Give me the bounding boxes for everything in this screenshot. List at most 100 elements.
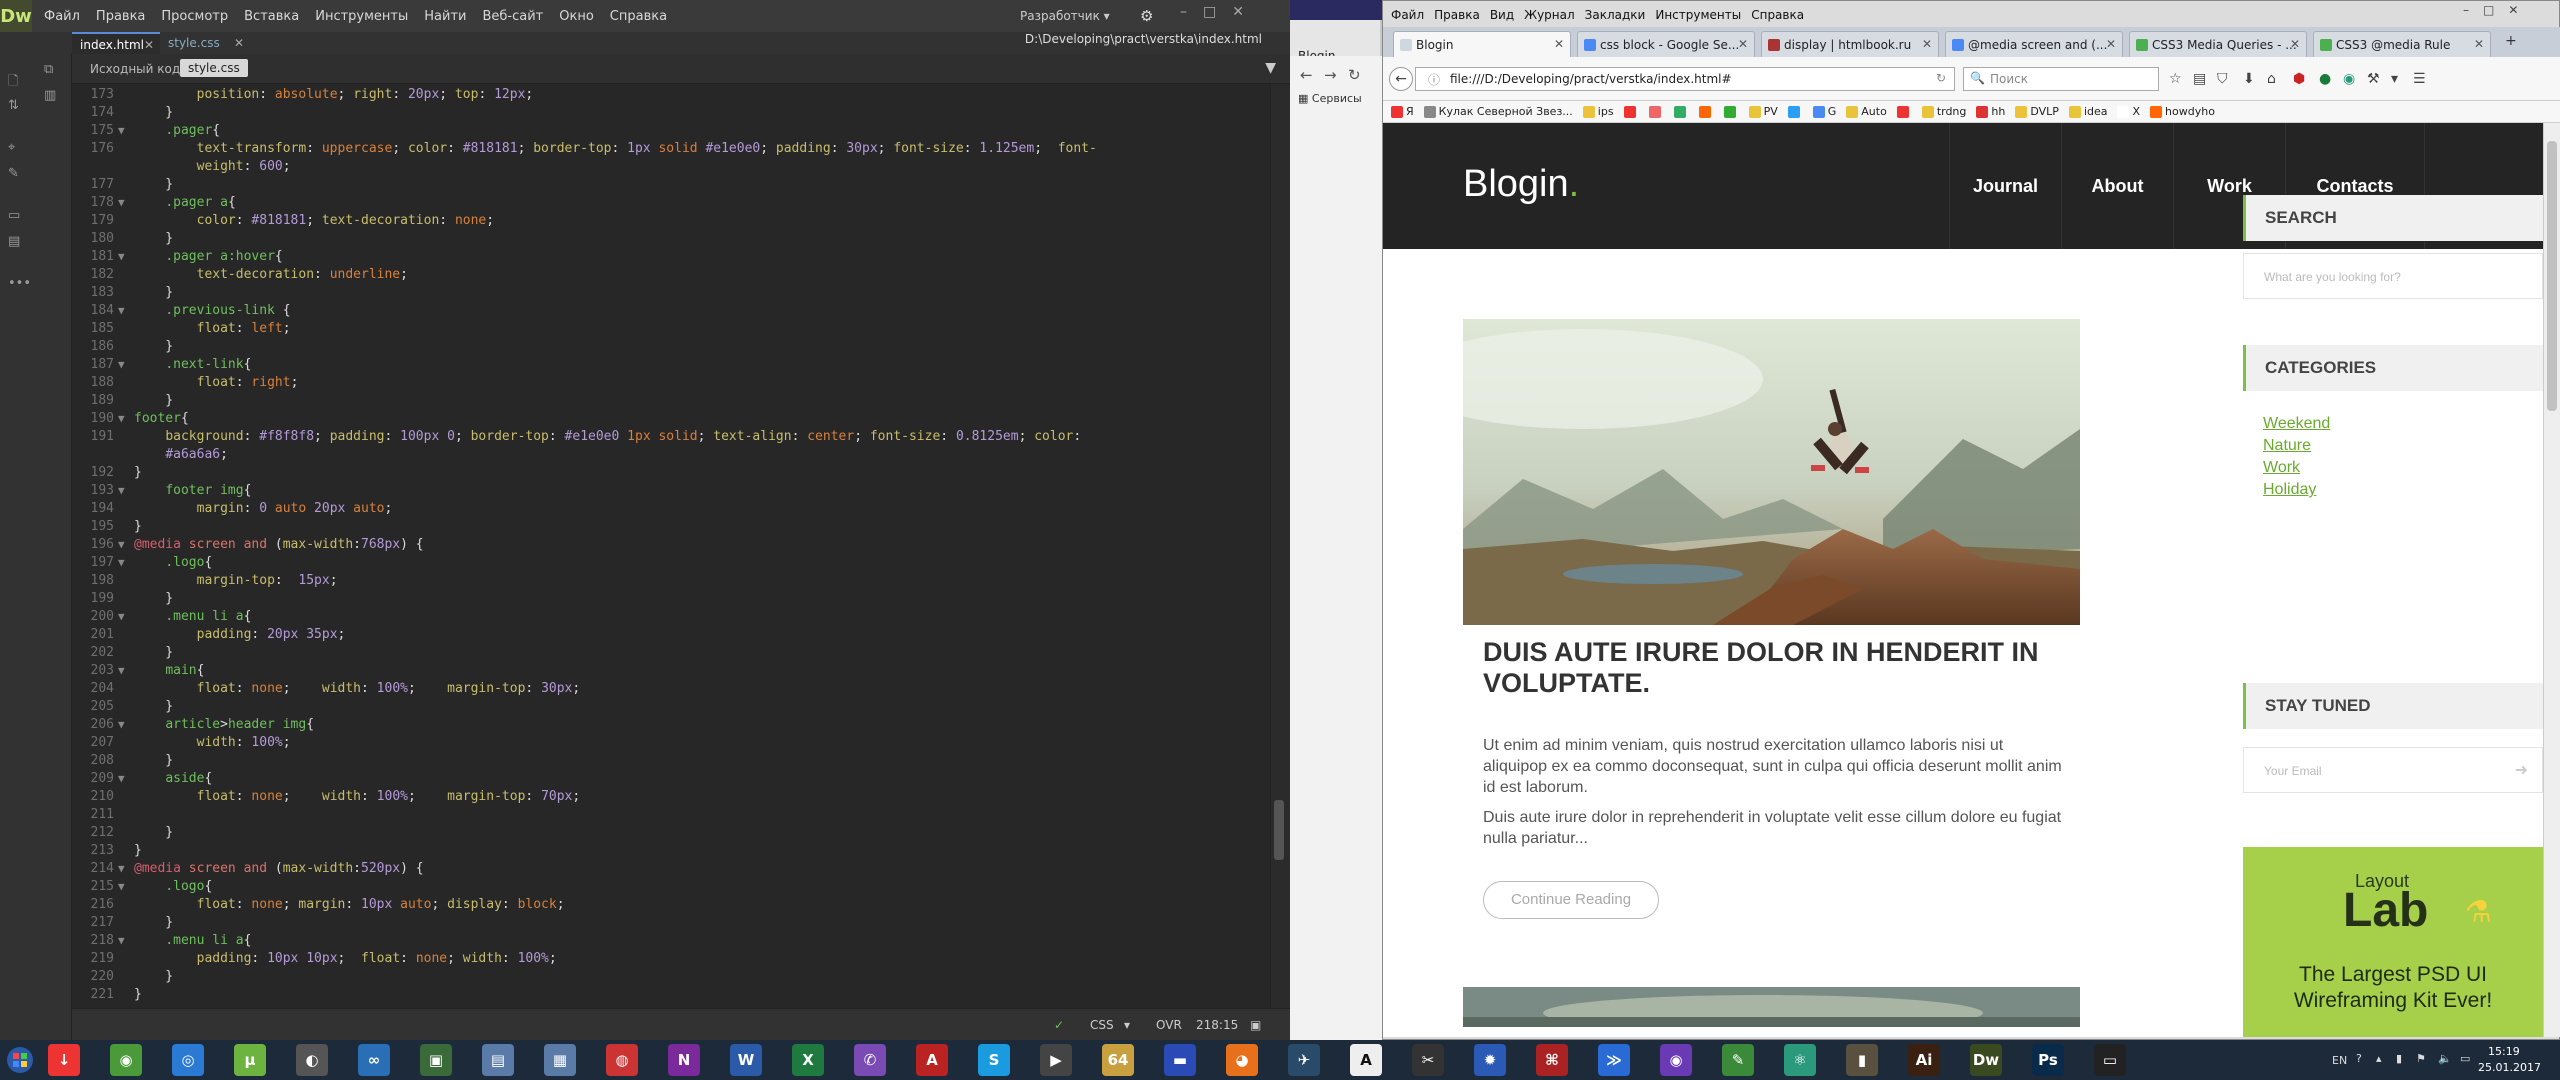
code-line[interactable]: .previous-link { — [134, 302, 290, 320]
code-line[interactable]: .logo{ — [134, 878, 212, 896]
close-icon[interactable]: ✕ — [1232, 4, 1244, 20]
bookmark-item[interactable]: trdng — [1921, 105, 1966, 118]
fold-arrow-icon[interactable]: ▼ — [118, 122, 130, 140]
preview-icon[interactable]: ▣ — [1250, 1018, 1261, 1032]
pocket-icon[interactable]: ⛉ — [2217, 71, 2228, 87]
files-icon[interactable]: ▥ — [44, 88, 56, 103]
language-indicator[interactable]: EN — [2332, 1054, 2347, 1067]
calculator-icon[interactable]: ▦ — [544, 1044, 576, 1076]
bookmark-item[interactable] — [1673, 105, 1689, 118]
code-line[interactable]: article>header img{ — [134, 716, 314, 734]
back-arrow-icon[interactable]: ← — [1300, 66, 1313, 84]
sidebar-search-input[interactable]: What are you looking for? — [2243, 253, 2543, 299]
close-icon[interactable]: ✕ — [1554, 37, 1564, 51]
bookmark-item[interactable] — [1698, 105, 1714, 118]
dw-menu-find[interactable]: Найти — [424, 9, 466, 24]
code-line[interactable]: float: none; margin: 10px auto; display:… — [134, 896, 565, 914]
dw-menu-window[interactable]: Окно — [559, 9, 594, 24]
scrollbar-thumb[interactable] — [1274, 800, 1284, 860]
bookmark-item[interactable]: Auto — [1846, 105, 1887, 118]
powershell-icon[interactable]: ≫ — [1598, 1044, 1630, 1076]
code-scrollbar[interactable] — [1270, 84, 1290, 1008]
network-icon[interactable]: ▮ — [2396, 1052, 2402, 1065]
tab-style-css[interactable]: style.css ✕ — [160, 32, 250, 54]
dw-menu-view[interactable]: Просмотр — [161, 9, 228, 24]
code-line[interactable]: background: #f8f8f8; padding: 100px 0; b… — [134, 428, 1081, 446]
code-line[interactable]: padding: 20px 35px; — [134, 626, 346, 644]
filter-icon[interactable]: ▼ — [1265, 60, 1276, 76]
file-icon[interactable]: 🗋 — [8, 72, 18, 94]
code-line[interactable]: margin: 0 auto 20px auto; — [134, 500, 393, 518]
bookmark-item[interactable]: ips — [1582, 105, 1614, 118]
workspace-switcher[interactable]: Разработчик ▾ — [1020, 9, 1110, 23]
hamburger-menu-icon[interactable]: ☰ — [2413, 71, 2426, 87]
code-line[interactable]: .pager a{ — [134, 194, 235, 212]
clock-time[interactable]: 15:19 — [2488, 1045, 2520, 1058]
close-icon[interactable]: ✕ — [2106, 37, 2116, 51]
bookmark-item[interactable] — [1648, 105, 1664, 118]
word-icon[interactable]: W — [730, 1044, 762, 1076]
tab-index-html[interactable]: index.html ✕ — [72, 32, 160, 54]
code-line[interactable]: color: #818181; text-decoration: none; — [134, 212, 494, 230]
code-line[interactable]: @media screen and (max-width:768px) { — [134, 536, 424, 554]
dw-menu-help[interactable]: Справка — [610, 9, 667, 24]
bookmark-item[interactable]: DVLP — [2015, 105, 2059, 118]
sublime-icon[interactable]: ▮ — [1846, 1044, 1878, 1076]
browser-tab[interactable]: CSS3 @media Rule ✕ — [2313, 31, 2491, 57]
fold-arrow-icon[interactable]: ▼ — [118, 194, 130, 212]
code-line[interactable]: text-transform: uppercase; color: #81818… — [134, 140, 1097, 158]
onenote-icon[interactable]: N — [668, 1044, 700, 1076]
fold-arrow-icon[interactable]: ▼ — [118, 878, 130, 896]
post-title[interactable]: DUIS AUTE IRURE DOLOR IN HENDERIT IN VOL… — [1483, 637, 2063, 699]
windows-start-icon[interactable] — [6, 1046, 34, 1074]
bookmark-item[interactable] — [1787, 105, 1803, 118]
code-line[interactable]: position: absolute; right: 20px; top: 12… — [134, 86, 534, 104]
vpn-icon[interactable]: ◉ — [2343, 71, 2355, 87]
code-line[interactable]: float: none; width: 100%; margin-top: 30… — [134, 680, 581, 698]
code-line[interactable]: @media screen and (max-width:520px) { — [134, 860, 424, 878]
adblock-icon[interactable]: ⬢ — [2293, 71, 2305, 87]
code-line[interactable]: width: 100%; — [134, 734, 291, 752]
monitor-icon[interactable]: ▤ — [482, 1044, 514, 1076]
dw-menu-site[interactable]: Веб-сайт — [482, 9, 543, 24]
bookmark-item[interactable] — [1896, 105, 1912, 118]
code-line[interactable]: } — [134, 338, 173, 356]
ff-menu-item[interactable]: Файл — [1391, 8, 1424, 22]
more-icon[interactable]: ••• — [8, 276, 31, 291]
code-line[interactable]: main{ — [134, 662, 204, 680]
floppy-icon[interactable]: ▬ — [1164, 1044, 1196, 1076]
font-icon[interactable]: A — [1350, 1044, 1382, 1076]
new-tab-icon[interactable]: + — [2505, 33, 2517, 49]
cmd-icon[interactable]: ▭ — [2094, 1044, 2126, 1076]
fold-arrow-icon[interactable]: ▼ — [118, 716, 130, 734]
code-line[interactable]: .pager{ — [134, 122, 220, 140]
code-line[interactable]: aside{ — [134, 770, 212, 788]
category-nature[interactable]: Nature — [2263, 437, 2311, 455]
utorrent-icon[interactable]: µ — [234, 1044, 266, 1076]
code-line[interactable]: } — [134, 176, 173, 194]
fold-arrow-icon[interactable]: ▼ — [118, 248, 130, 266]
bookmark-item[interactable]: Я — [1391, 105, 1414, 118]
newsletter-email-input[interactable]: Your Email ➜ — [2243, 747, 2543, 793]
code-line[interactable]: } — [134, 464, 142, 482]
dw-menu-file[interactable]: Файл — [44, 9, 80, 24]
extension-icon[interactable]: ● — [2319, 71, 2331, 87]
notepad-icon[interactable]: ✎ — [1722, 1044, 1754, 1076]
minimize-icon[interactable]: – — [1180, 4, 1187, 20]
nav-journal[interactable]: Journal — [1949, 123, 2061, 249]
gear-icon[interactable]: ⚙ — [1140, 7, 1153, 25]
bookmark-item[interactable] — [1723, 105, 1739, 118]
code-line[interactable]: } — [134, 518, 142, 536]
bookmarks-services[interactable]: ▦ Сервисы — [1298, 92, 1362, 105]
chevron-down-icon[interactable]: ▾ — [2391, 71, 2398, 87]
flag-icon[interactable]: ⚑ — [2416, 1052, 2426, 1065]
forward-arrow-icon[interactable]: → — [1324, 66, 1337, 84]
language-select[interactable]: CSS — [1090, 1018, 1114, 1032]
bookmark-item[interactable]: Кулак Северной Звез... — [1423, 105, 1573, 118]
atom-icon[interactable]: ⚛ — [1784, 1044, 1816, 1076]
help-icon[interactable]: ? — [2356, 1052, 2362, 1065]
ff-menu-item[interactable]: Справка — [1751, 8, 1804, 22]
maximize-icon[interactable]: □ — [1203, 4, 1216, 20]
code-line[interactable]: } — [134, 968, 173, 986]
fold-arrow-icon[interactable]: ▼ — [118, 554, 130, 572]
